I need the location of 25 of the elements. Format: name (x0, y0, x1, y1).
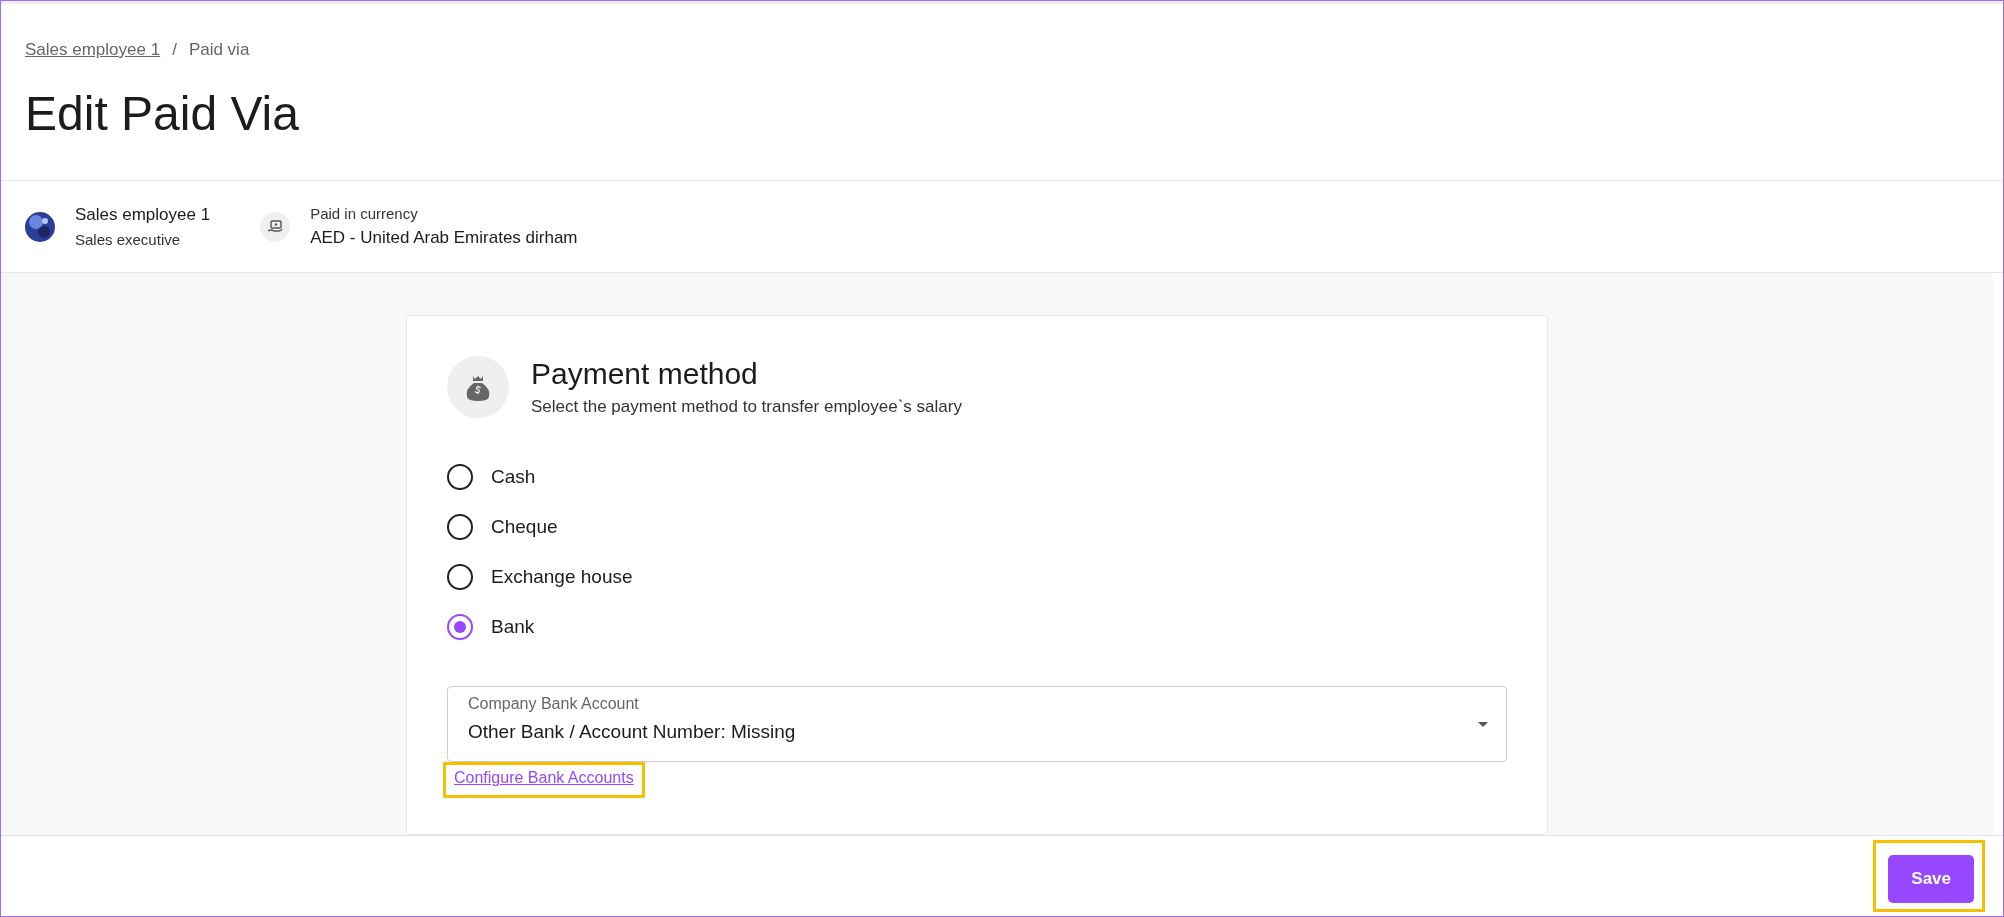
radio-button[interactable] (447, 514, 473, 540)
breadcrumb-link[interactable]: Sales employee 1 (25, 40, 161, 60)
radio-button[interactable] (447, 614, 473, 640)
radio-label: Bank (491, 616, 535, 638)
bank-account-select[interactable]: Company Bank Account Other Bank / Account Number: Missing (447, 686, 1507, 762)
configure-link[interactable]: Configure Bank Accounts (454, 769, 634, 786)
employee-role: Sales executive (75, 231, 182, 248)
radio-label: Cash (491, 466, 536, 488)
currency-label: Paid in currency (310, 205, 419, 222)
section-title: Payment method (531, 357, 759, 391)
save-button[interactable]: Save (1888, 855, 1974, 903)
radio-label: Exchange house (491, 566, 633, 588)
employee-name: Sales employee 1 (75, 205, 211, 225)
radio-label: Cheque (491, 516, 558, 538)
radio-button[interactable] (447, 464, 473, 490)
radio-button[interactable] (447, 564, 473, 590)
caret-icon (1478, 722, 1488, 727)
section-subtitle: Select the payment method to transfer employee`s salary (531, 397, 962, 417)
currency-value: AED - United Arab Emirates dirham (310, 228, 578, 248)
money-bag-icon (447, 356, 509, 418)
cash-hand-icon (260, 211, 291, 242)
breadcrumb-separator: / (172, 40, 177, 60)
avatar-icon (25, 211, 55, 242)
page-title: Edit Paid Via (25, 86, 300, 141)
breadcrumb-current: Paid via (188, 40, 250, 60)
